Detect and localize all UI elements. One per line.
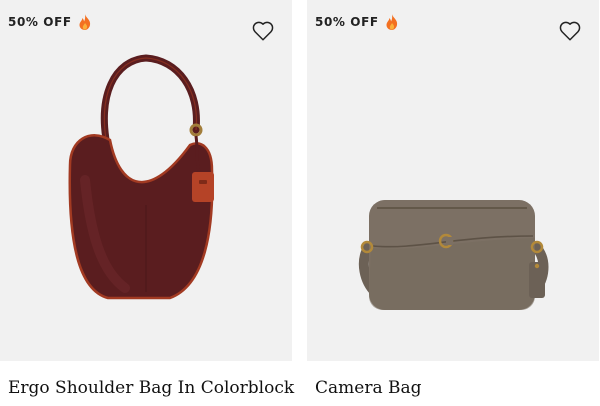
- product-image-container[interactable]: 50% OFF: [0, 0, 292, 361]
- sale-badge-label: 50% OFF: [8, 15, 72, 29]
- sale-badge-label: 50% OFF: [315, 15, 379, 29]
- sale-badge: 50% OFF: [315, 14, 399, 30]
- product-title[interactable]: Ergo Shoulder Bag In Colorblock: [8, 378, 294, 398]
- product-title[interactable]: Camera Bag: [315, 378, 422, 398]
- sale-badge: 50% OFF: [8, 14, 92, 30]
- product-card-ergo-shoulder-bag[interactable]: 50% OFF Ergo Shoulder Bag In Colorblock: [0, 0, 294, 406]
- fire-icon: [386, 14, 397, 30]
- product-grid: 50% OFF Ergo Shoulder Bag In Colorblock: [0, 0, 600, 406]
- fire-icon: [79, 14, 90, 30]
- product-card-camera-bag[interactable]: 50% OFF Camera Bag: [307, 0, 599, 406]
- wishlist-heart-icon[interactable]: [559, 20, 581, 42]
- camera-bag-image[interactable]: [307, 0, 599, 361]
- product-image-container[interactable]: 50% OFF: [307, 0, 599, 361]
- wishlist-heart-icon[interactable]: [252, 20, 274, 42]
- ergo-shoulder-bag-image[interactable]: [0, 0, 292, 361]
